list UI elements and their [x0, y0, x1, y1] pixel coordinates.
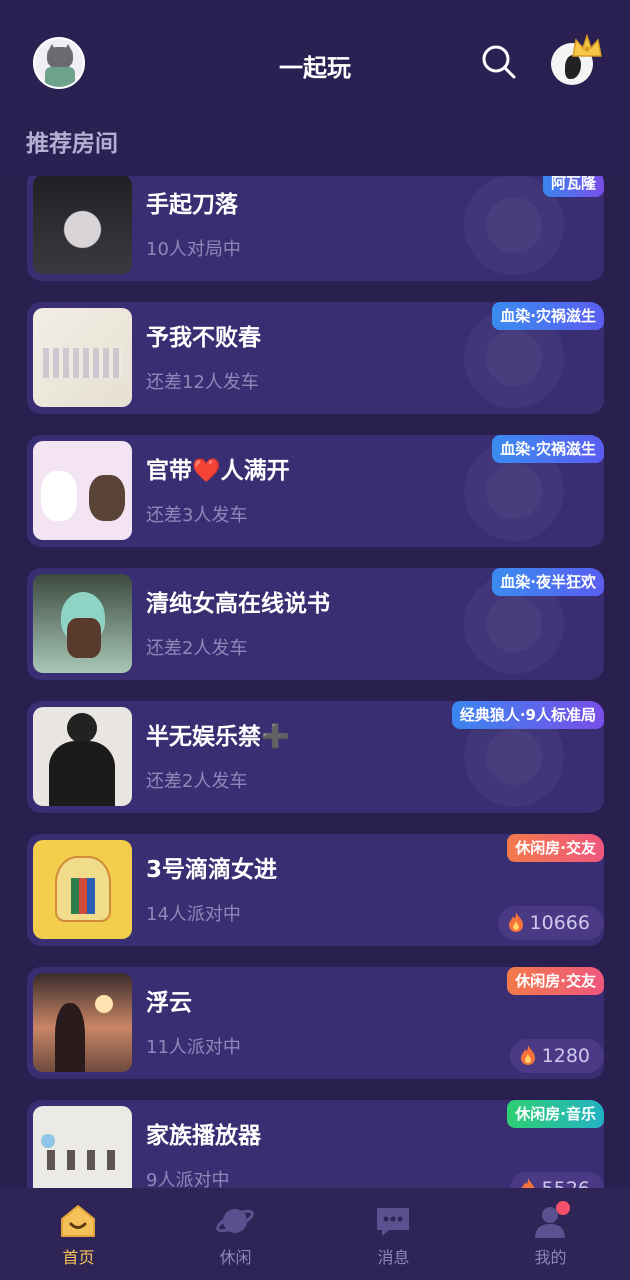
room-thumbnail [33, 840, 132, 939]
room-tag: 血染·灾祸滋生 [492, 302, 604, 330]
thumbnail-art [33, 176, 132, 274]
room-card[interactable]: 家族播放器 9人派对中 休闲房·音乐 5526 [27, 1100, 604, 1188]
room-card[interactable]: 予我不败春 还差12人发车 血染·灾祸滋生 [27, 302, 604, 414]
room-tag: 经典狼人·9人标准局 [451, 701, 604, 729]
room-name: 3号滴滴女进 [146, 857, 278, 883]
room-thumbnail [33, 973, 132, 1072]
section-title: 推荐房间 [26, 131, 118, 157]
nav-messages-label: 消息 [377, 1248, 410, 1267]
thumbnail-art [41, 1134, 55, 1148]
flame-icon [520, 1045, 535, 1065]
room-status: 还差2人发车 [146, 638, 248, 659]
thumbnail-art [95, 995, 113, 1013]
room-status: 还差2人发车 [146, 771, 248, 792]
thumbnail-art [49, 741, 115, 806]
home-icon [61, 1205, 95, 1237]
room-card[interactable]: 浮云 11人派对中 休闲房·交友 1280 [27, 967, 604, 1079]
nav-leisure[interactable]: 休闲 [157, 1188, 314, 1280]
thumbnail-art [67, 618, 101, 658]
nav-messages[interactable]: 消息 [315, 1188, 472, 1280]
thumbnail-art [89, 475, 125, 521]
page-title: 一起玩 [279, 54, 351, 82]
heat-value: 1280 [541, 1045, 590, 1067]
room-name: 浮云 [146, 990, 192, 1016]
room-name: 官带❤️人满开 [146, 458, 290, 484]
room-tag: 休闲房·交友 [507, 834, 604, 862]
planet-icon [216, 1209, 254, 1233]
room-card[interactable]: 3号滴滴女进 14人派对中 休闲房·交友 10666 [27, 834, 604, 946]
room-tag: 休闲房·交友 [507, 967, 604, 995]
room-status: 11人派对中 [146, 1037, 241, 1058]
room-status: 10人对局中 [146, 239, 241, 260]
nav-leisure-label: 休闲 [219, 1248, 252, 1267]
room-status: 还差12人发车 [146, 372, 259, 393]
room-thumbnail [33, 707, 132, 806]
room-tag: 休闲房·音乐 [507, 1100, 604, 1128]
search-icon[interactable] [480, 43, 518, 81]
thumbnail-art [43, 348, 123, 378]
room-name: 半无娱乐禁➕ [146, 724, 290, 750]
card-decoration [486, 197, 542, 253]
room-thumbnail [33, 1106, 132, 1188]
thumbnail-art [55, 1003, 85, 1072]
room-card[interactable]: 清纯女高在线说书 还差2人发车 血染·夜半狂欢 [27, 568, 604, 680]
chat-icon [377, 1208, 409, 1236]
heat-value: 10666 [529, 912, 590, 934]
card-decoration [486, 596, 542, 652]
room-tag: 阿瓦隆 [542, 176, 604, 197]
room-thumbnail [33, 308, 132, 407]
room-name: 手起刀落 [146, 192, 238, 218]
nav-home-label: 首页 [62, 1248, 95, 1267]
room-thumbnail [33, 441, 132, 540]
bottom-nav: 首页 休闲 消息 我的 [0, 1188, 630, 1280]
heat-badge: 10666 [497, 906, 604, 940]
room-list[interactable]: 手起刀落 10人对局中 阿瓦隆 予我不败春 还差12人发车 血染·灾祸滋生 官带… [0, 176, 630, 1188]
room-tag: 血染·灾祸滋生 [492, 435, 604, 463]
card-decoration [486, 463, 542, 519]
heat-badge: 1280 [509, 1039, 604, 1073]
thumbnail-art [41, 471, 77, 521]
room-card[interactable]: 官带❤️人满开 还差3人发车 血染·灾祸滋生 [27, 435, 604, 547]
thumbnail-art [47, 1150, 121, 1170]
nav-mine[interactable]: 我的 [472, 1188, 629, 1280]
thumbnail-art [67, 713, 97, 743]
room-status: 14人派对中 [146, 904, 241, 925]
top-bar: 一起玩 推荐房间 [0, 0, 630, 176]
card-decoration [486, 330, 542, 386]
room-thumbnail [33, 176, 132, 274]
room-name: 家族播放器 [146, 1123, 261, 1149]
nav-home[interactable]: 首页 [0, 1188, 157, 1280]
room-name: 予我不败春 [146, 325, 261, 351]
flame-icon [508, 912, 523, 932]
thumbnail-art [71, 878, 95, 914]
card-decoration [486, 729, 542, 785]
room-card[interactable]: 手起刀落 10人对局中 阿瓦隆 [27, 176, 604, 281]
nav-mine-label: 我的 [534, 1248, 567, 1267]
flame-icon [521, 1178, 535, 1188]
notification-dot [556, 1201, 570, 1215]
room-status: 9人派对中 [146, 1170, 230, 1188]
room-card[interactable]: 半无娱乐禁➕ 还差2人发车 经典狼人·9人标准局 [27, 701, 604, 813]
room-status: 还差3人发车 [146, 505, 248, 526]
heat-value: 5526 [542, 1178, 590, 1188]
room-name: 清纯女高在线说书 [146, 591, 330, 617]
room-thumbnail [33, 574, 132, 673]
crown-icon [572, 33, 602, 57]
room-tag: 血染·夜半狂欢 [492, 568, 604, 596]
heat-badge: 5526 [509, 1172, 604, 1188]
